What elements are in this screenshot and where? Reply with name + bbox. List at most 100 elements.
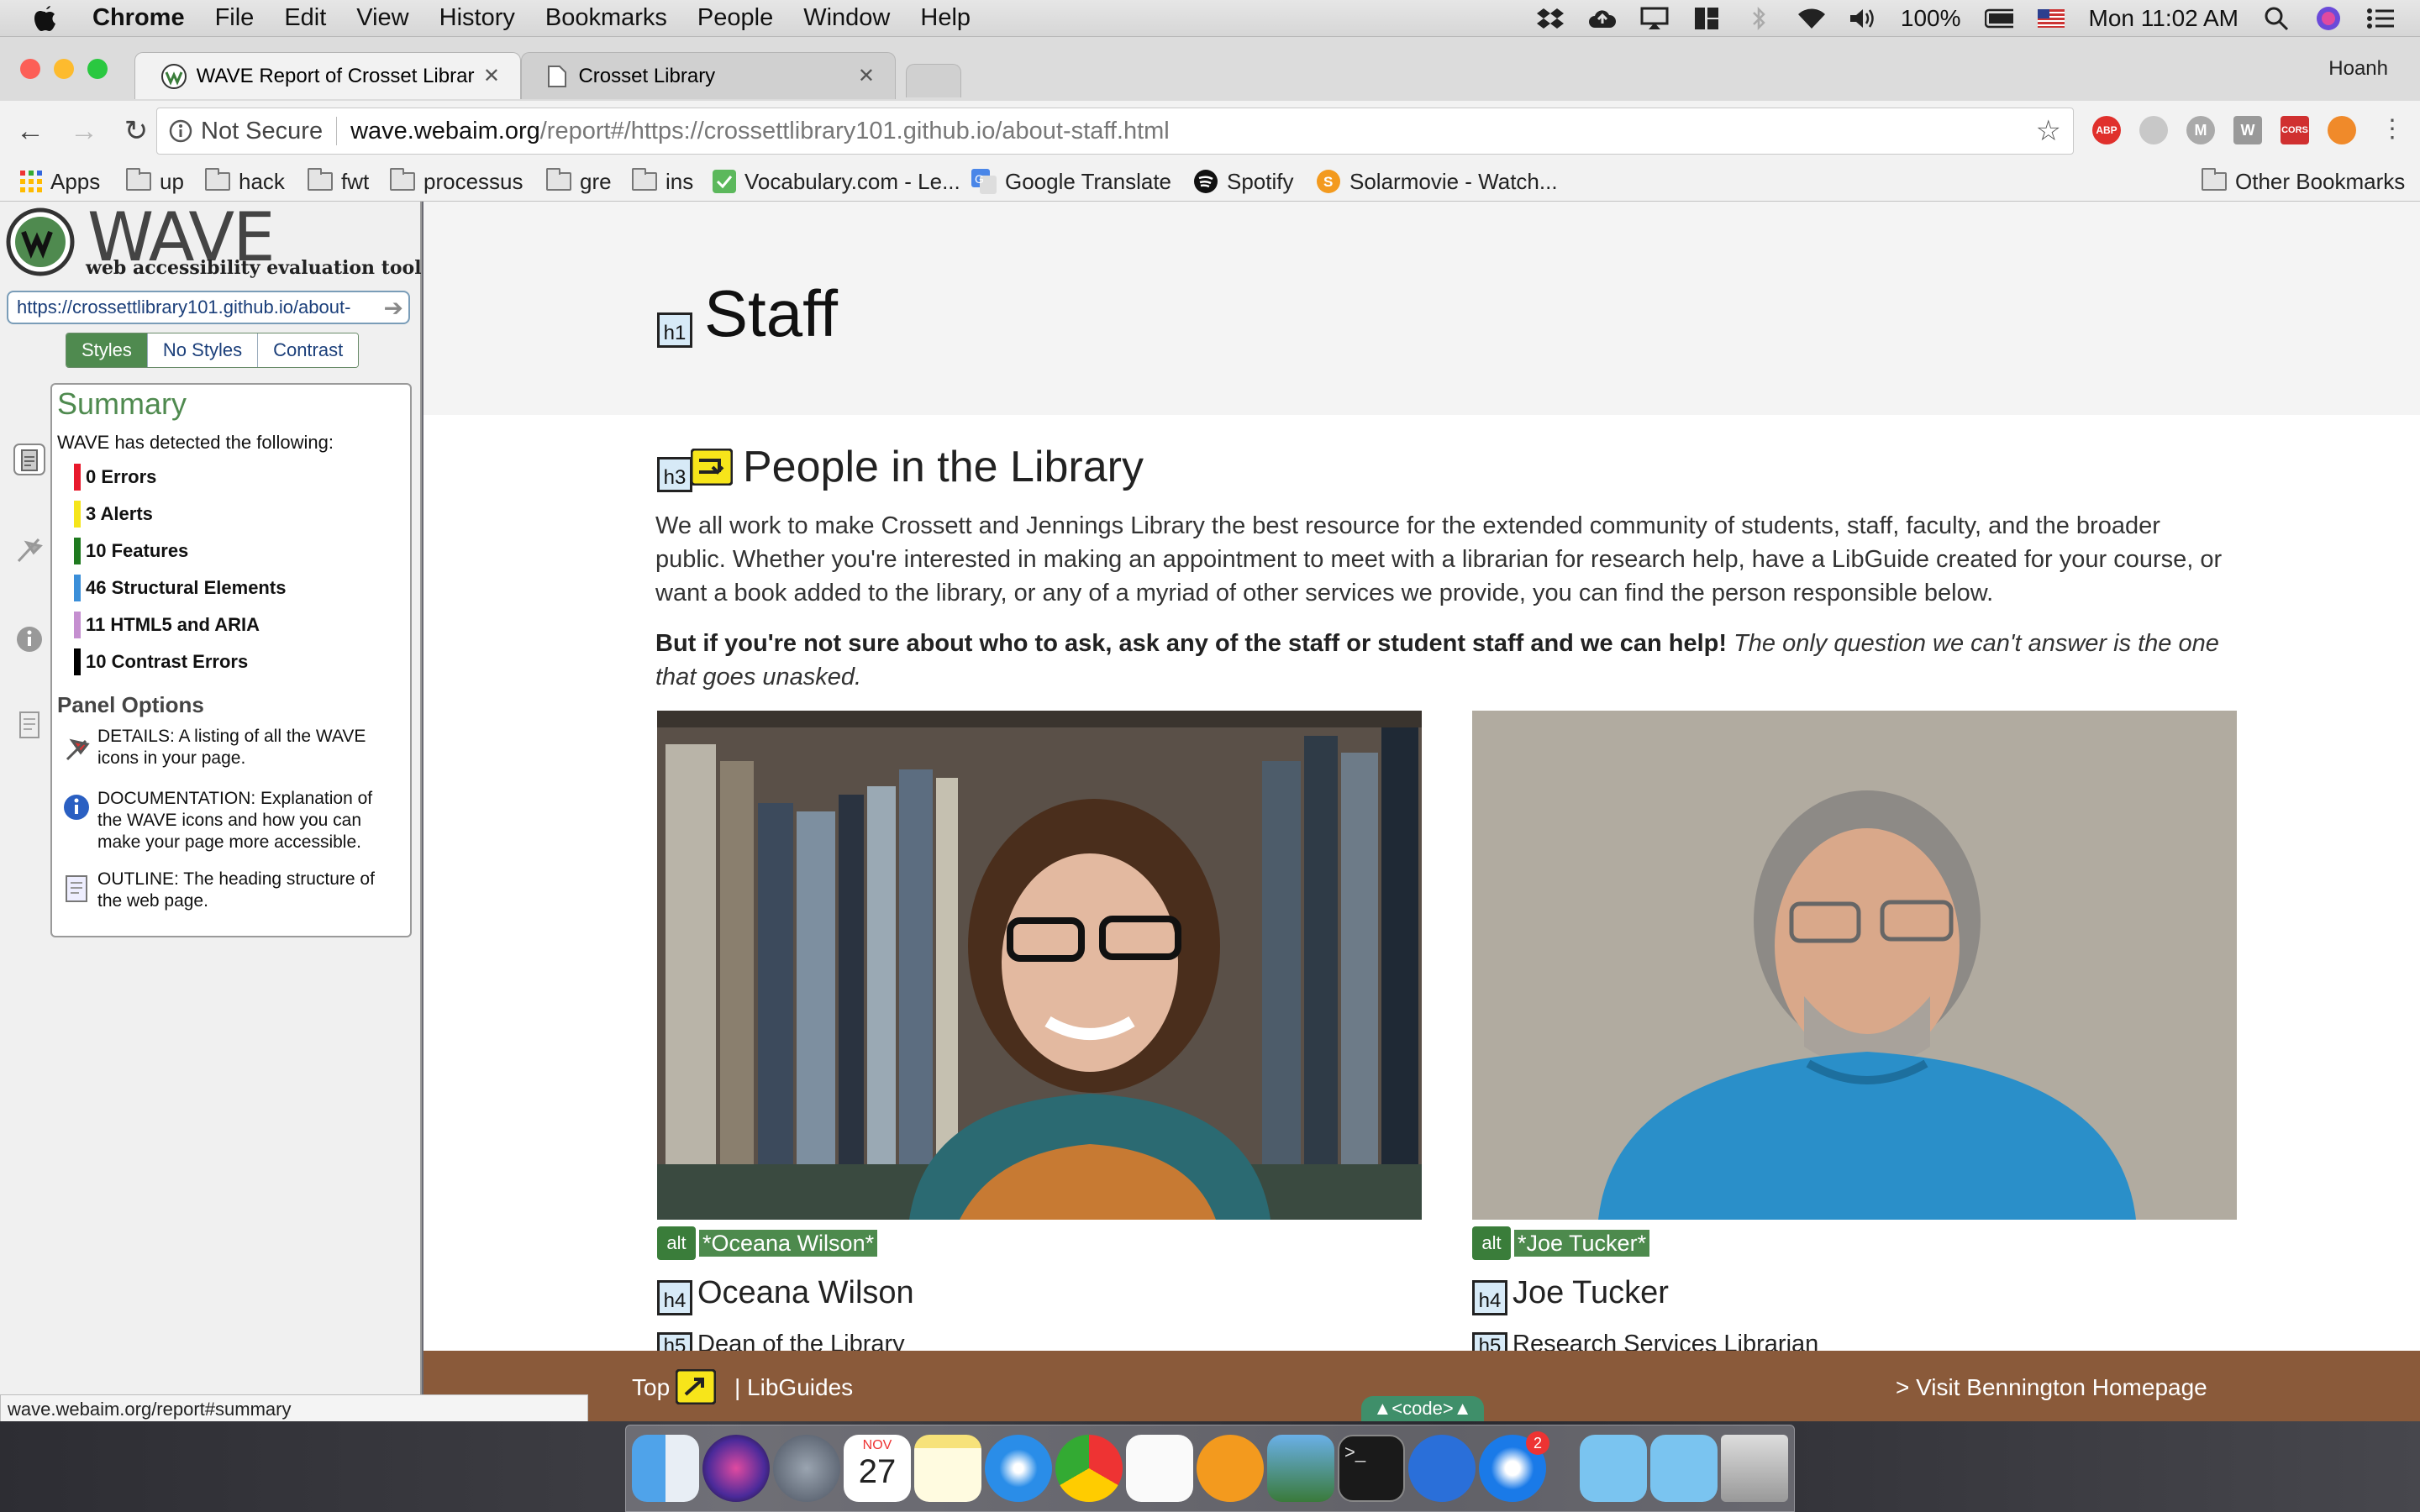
menubar-clock[interactable]: Mon 11:02 AM [2089,5,2238,32]
h4-badge-icon[interactable]: h4 [1472,1280,1507,1315]
bookmark-vocabulary[interactable]: Vocabulary.com - Le... [713,165,960,198]
bookmark-spotify[interactable]: Spotify [1193,165,1294,198]
wave-code-toggle[interactable]: ▲<code>▲ [1361,1396,1484,1421]
window-layout-icon[interactable] [1692,6,1721,31]
tab-wave-report[interactable]: WAVE Report of Crosset Librar ✕ [134,52,521,99]
bluetooth-icon[interactable] [1744,6,1773,31]
summary-contrast[interactable]: 10 Contrast Errors [74,648,248,675]
dropbox-icon[interactable] [1536,6,1565,31]
reminders-icon[interactable] [1126,1435,1193,1502]
us-flag-icon[interactable] [2037,6,2065,31]
panel-option-details[interactable]: DETAILS: A listing of all the WAVE icons… [97,726,400,769]
bookmark-apps[interactable]: Apps [20,165,100,198]
bookmark-folder-hack[interactable]: hack [205,165,285,198]
spotlight-search-icon[interactable] [2262,6,2291,31]
siri-icon[interactable] [2314,6,2343,31]
redundant-link-alert-icon[interactable] [691,449,733,486]
menu-bookmarks[interactable]: Bookmarks [545,4,667,32]
bookmark-folder-ins[interactable]: ins [632,165,693,198]
bookmark-folder-fwt[interactable]: fwt [308,165,369,198]
menu-view[interactable]: View [356,4,408,32]
alt-badge-icon[interactable]: alt [1472,1226,1511,1260]
calendar-icon[interactable]: NOV 27 [844,1435,911,1502]
finder-icon[interactable] [632,1435,699,1502]
menu-app-name[interactable]: Chrome [92,4,185,32]
chrome-menu-icon[interactable]: ⋮ [2380,114,2405,144]
tab-styles[interactable]: Styles [66,333,148,367]
details-flag-icon[interactable] [62,732,92,763]
window-close-button[interactable] [20,59,40,79]
bookmark-solarmovie[interactable]: S Solarmovie - Watch... [1316,165,1558,198]
tab-close-icon[interactable]: ✕ [483,64,500,88]
terminal-icon[interactable]: >_ [1338,1435,1405,1502]
folder-stack-icon[interactable] [1580,1435,1647,1502]
summary-errors[interactable]: 0 Errors [74,464,156,491]
downloads-folder-icon[interactable] [1650,1435,1718,1502]
wave-logo-icon[interactable] [5,207,76,277]
alt-text-indicator[interactable]: alt *Joe Tucker* [1472,1226,1650,1260]
back-button[interactable]: ← [12,113,49,150]
security-indicator[interactable]: Not Secure [201,118,323,145]
footer-top-link[interactable]: Top [632,1374,670,1401]
chrome-dock-icon[interactable] [1055,1435,1123,1502]
launchpad-icon[interactable] [773,1435,840,1502]
image-capture-icon[interactable] [1267,1435,1334,1502]
menu-window[interactable]: Window [803,4,890,32]
redundant-link-alert-icon[interactable] [676,1369,716,1404]
menu-people[interactable]: People [697,4,773,32]
tab-crosset-library[interactable]: Crosset Library ✕ [521,52,896,99]
bookmark-folder-gre[interactable]: gre [546,165,612,198]
documentation-info-icon[interactable] [62,793,91,822]
bookmark-other[interactable]: Other Bookmarks [2202,165,2405,198]
alt-text-indicator[interactable]: alt *Oceana Wilson* [657,1226,878,1260]
apple-icon[interactable] [32,4,59,33]
h3-badge-icon[interactable]: h3 [657,457,692,492]
footer-visit-link[interactable]: > Visit Bennington Homepage [1896,1374,2207,1401]
omnibox[interactable]: Not Secure wave.webaim.org /report#/http… [156,108,2074,155]
app-store-icon[interactable]: 2 [1479,1431,1549,1502]
panel-option-outline[interactable]: OUTLINE: The heading structure of the we… [97,869,400,912]
bookmark-google-translate[interactable]: G Google Translate [971,165,1171,198]
forward-button[interactable]: → [66,113,103,150]
menu-file[interactable]: File [215,4,255,32]
adblock-plus-icon[interactable]: ABP [2092,116,2121,144]
outline-document-icon[interactable] [64,874,89,904]
trash-icon[interactable] [1721,1435,1788,1502]
window-minimize-button[interactable] [54,59,74,79]
menu-edit[interactable]: Edit [284,4,326,32]
volume-icon[interactable] [1849,6,1877,31]
panel-option-documentation[interactable]: DOCUMENTATION: Explanation of the WAVE i… [97,788,400,853]
summary-structural[interactable]: 46 Structural Elements [74,575,286,601]
reload-button[interactable]: ↻ [118,113,155,150]
airplay-icon[interactable] [1640,6,1669,31]
chrome-profile-name[interactable]: Hoanh [2328,57,2388,81]
battery-icon[interactable] [1984,6,2013,31]
cors-extension-icon[interactable]: CORS [2281,116,2309,144]
new-tab-button[interactable] [906,64,961,97]
siri-dock-icon[interactable] [702,1435,770,1502]
info-icon[interactable] [169,119,192,143]
wifi-icon[interactable] [1797,6,1825,31]
ibooks-icon[interactable] [1197,1435,1264,1502]
wave-go-arrow-icon[interactable]: ➔ [383,293,403,322]
google-drive-icon[interactable] [2139,116,2168,144]
safari-icon[interactable] [985,1435,1052,1502]
bookmark-star-icon[interactable]: ☆ [2036,114,2061,148]
bookmark-folder-processus[interactable]: processus [390,165,523,198]
notes-icon[interactable] [914,1435,981,1502]
summary-alerts[interactable]: 3 Alerts [74,501,153,528]
summary-html5-aria[interactable]: 11 HTML5 and ARIA [74,612,260,638]
h1-badge-icon[interactable]: h1 [657,312,692,348]
summary-features[interactable]: 10 Features [74,538,188,564]
cloud-upload-icon[interactable] [1588,6,1617,31]
tab-no-styles[interactable]: No Styles [147,333,259,367]
summary-clipboard-icon[interactable] [13,444,45,475]
h4-badge-icon[interactable]: h4 [657,1280,692,1315]
tab-contrast[interactable]: Contrast [258,333,359,367]
metamask-fox-icon[interactable] [2328,116,2356,144]
alt-badge-icon[interactable]: alt [657,1226,696,1260]
menu-help[interactable]: Help [920,4,971,32]
details-flag-icon[interactable] [13,533,45,564]
menu-history[interactable]: History [439,4,515,32]
notification-center-icon[interactable] [2366,6,2395,31]
